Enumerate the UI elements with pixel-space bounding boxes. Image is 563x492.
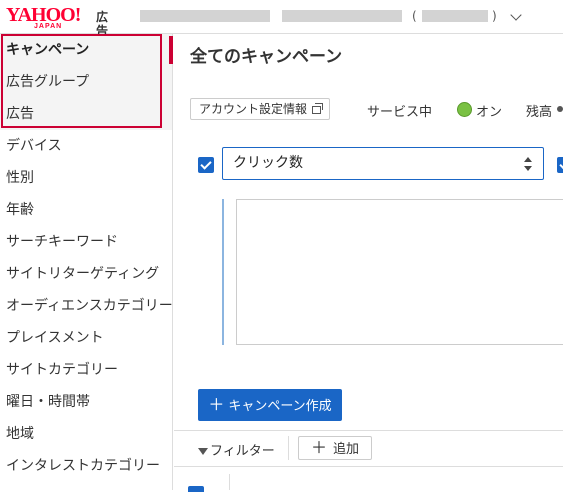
sidebar-item-age[interactable]: 年齢 [0,194,172,226]
table-header-checkbox[interactable] [188,486,204,492]
filter-icon [198,448,208,455]
sidebar-item-region[interactable]: 地域 [0,418,172,450]
logo-text: YAHOO! [6,4,81,26]
plus-icon: ＋ [208,395,225,414]
filter-button[interactable]: フィルター [198,440,275,459]
external-link-icon [312,102,324,114]
sidebar-item-interest-category[interactable]: インタレストカテゴリー [0,450,172,482]
metric-select-value: クリック数 [233,155,303,171]
table-toolbar: フィルター ＋ 追加 [174,430,563,467]
chevron-down-icon[interactable] [510,9,522,21]
chart-plot-area [236,199,563,345]
account-paren-close: ) [492,9,497,23]
account-settings-label: アカウント設定情報 [199,102,308,116]
main-content: 全てのキャンペーン アカウント設定情報 サービス中 オン 残高 クリック数 ＋キ… [174,34,563,492]
highlight-box [1,34,162,128]
plus-icon: ＋ [311,438,328,457]
create-campaign-button[interactable]: ＋キャンペーン作成 [198,389,342,421]
status-on-icon [457,102,472,117]
select-up-arrow-icon [524,157,532,162]
top-bar: YAHOO! JAPAN 広告 ( ) [0,0,563,38]
table-header-divider [229,474,230,490]
add-button[interactable]: ＋ 追加 [298,436,373,460]
sidebar-item-device[interactable]: デバイス [0,130,172,162]
filter-label: フィルター [210,444,275,459]
sidebar-item-search-keyword[interactable]: サーチキーワード [0,226,172,258]
sidebar-item-placement[interactable]: プレイスメント [0,322,172,354]
sidebar-item-audience-category[interactable]: オーディエンスカテゴリー [0,290,173,322]
account-settings-button[interactable]: アカウント設定情報 [190,98,331,120]
select-down-arrow-icon [524,166,532,171]
add-label: 追加 [333,442,360,457]
active-indicator [169,36,173,64]
sidebar-item-day-time[interactable]: 曜日・時間帯 [0,386,172,418]
sidebar-item-gender[interactable]: 性別 [0,162,172,194]
logo-sub: JAPAN [34,23,63,30]
account-id-redacted [282,10,402,22]
service-status-label: サービス中 [367,105,433,120]
budget-dot-icon [557,106,563,112]
account-paren-open: ( [412,9,417,23]
second-metric-checkbox[interactable] [557,157,563,173]
budget-label: 残高 [526,105,553,120]
metric-select[interactable]: クリック数 [222,147,544,180]
account-name-redacted [140,10,270,22]
page-title: 全てのキャンペーン [190,47,343,67]
create-campaign-label: キャンペーン作成 [228,399,332,414]
sidebar-item-site-retargeting[interactable]: サイトリターゲティング [0,258,172,290]
account-number-redacted [422,10,488,22]
metric-checkbox[interactable] [198,157,214,173]
status-on-label: オン [476,105,503,120]
performance-chart [222,199,563,345]
toolbar-divider [288,436,289,460]
sidebar-item-site-category[interactable]: サイトカテゴリー [0,354,172,386]
